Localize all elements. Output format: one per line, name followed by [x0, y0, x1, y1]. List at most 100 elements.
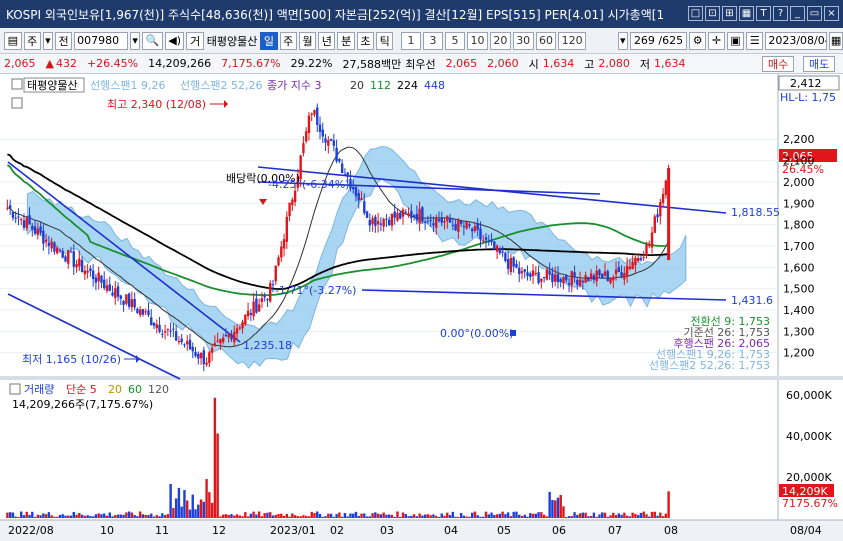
chart-grid-icon[interactable] [11, 97, 23, 109]
interval-10[interactable]: 10 [467, 31, 488, 50]
candle-up [631, 261, 634, 269]
period-second[interactable]: 초 [356, 31, 375, 50]
table-icon[interactable]: ▦ [739, 6, 754, 21]
interval-30[interactable]: 30 [512, 31, 534, 50]
interval-5[interactable]: 5 [445, 31, 466, 50]
volume-bar [100, 514, 103, 518]
volume-bar [244, 512, 247, 518]
candle-down [22, 220, 26, 228]
buy-button[interactable]: 매수 [762, 56, 795, 72]
volume-bar [205, 479, 208, 518]
volume-bar [78, 512, 81, 518]
price-top-badge: 2,412 [790, 77, 822, 90]
candle-up [269, 283, 272, 302]
date-input[interactable] [765, 31, 828, 50]
trend-bottom-label: -1.71°(-3.27%) [275, 284, 356, 297]
speaker-icon[interactable]: ◀) [164, 31, 185, 50]
candle-down [346, 172, 349, 177]
calendar-icon[interactable]: ▦ [829, 31, 843, 50]
candle-down [493, 241, 496, 250]
candle-up [509, 257, 513, 273]
volume-current-pct: 7175.67% [782, 497, 838, 510]
volume-tick-40000: 40,000K [786, 430, 832, 443]
candle-down [512, 257, 515, 267]
candle-down [343, 174, 347, 176]
font-icon[interactable]: T [756, 6, 771, 21]
help-icon[interactable]: ? [773, 6, 788, 21]
type-button[interactable]: 거 [186, 31, 204, 50]
price-tick-label: 1,900 [783, 197, 815, 210]
period-week[interactable]: 주 [279, 31, 297, 50]
candle-up [216, 340, 219, 342]
volume-bar [435, 515, 438, 518]
candle-up [307, 115, 311, 133]
settings-icon[interactable]: ☰ [746, 31, 764, 50]
panel-toggle-icon[interactable]: ▤ [4, 31, 22, 50]
candle-down [620, 272, 623, 277]
interval-1[interactable]: 1 [401, 31, 422, 50]
interval-120[interactable]: 120 [558, 31, 586, 50]
candle-down [42, 230, 45, 244]
volume-bar [418, 513, 421, 518]
volume-bar [327, 513, 330, 518]
volume-bar [39, 515, 42, 518]
tools-icon[interactable]: ⚙ [689, 31, 707, 50]
volume-bar [393, 516, 396, 518]
volume-bar [114, 515, 117, 518]
chart-area[interactable]: 태평양물산 선행스팬1 9,26 선행스팬2 52,26 종가 지수 3 20 … [0, 74, 843, 541]
period-month[interactable]: 월 [298, 31, 317, 50]
candle-down [421, 207, 424, 222]
volume-bar [91, 516, 95, 518]
legend-stock-name[interactable]: 태평양물산 [27, 79, 78, 92]
turnover-percent: 29.22% [290, 57, 333, 70]
interval-20[interactable]: 20 [489, 31, 511, 50]
candle-down [263, 295, 266, 298]
link-icon[interactable]: □ [688, 6, 703, 21]
price-tick-label: 2,200 [783, 133, 815, 146]
search-icon[interactable]: 🔍 [142, 31, 163, 50]
candle-down [506, 259, 510, 269]
candle-down [410, 211, 413, 219]
volume-bar [61, 514, 64, 518]
layout-icon[interactable]: ⊡ [705, 6, 720, 21]
save-icon[interactable]: ▣ [726, 31, 745, 50]
interval-60[interactable]: 60 [535, 31, 557, 50]
maximize-icon[interactable]: ▭ [807, 6, 822, 21]
stock-code-input[interactable] [74, 31, 129, 50]
volume-bar [363, 513, 366, 518]
grid-icon[interactable]: ⊞ [722, 6, 737, 21]
candle-down [437, 219, 441, 221]
time-label-04: 04 [444, 524, 458, 537]
candle-up [628, 266, 632, 269]
volume-bar [316, 511, 319, 518]
volume-bar [119, 514, 123, 518]
minimize-icon[interactable]: _ [790, 6, 805, 21]
candle-down [318, 124, 322, 133]
volume-bar [216, 433, 219, 518]
market-dropdown-icon[interactable]: ▾ [42, 31, 53, 50]
market-select[interactable]: 주 [23, 31, 41, 50]
candle-down [255, 298, 258, 313]
interval-dropdown-icon[interactable]: ▾ [617, 31, 628, 50]
volume-bar [352, 513, 355, 518]
sell-button[interactable]: 매도 [803, 56, 836, 72]
candle-down [523, 269, 526, 272]
close-icon[interactable]: × [824, 6, 839, 21]
candle-up [105, 285, 109, 291]
volume-bar [432, 514, 435, 518]
volume-bar [512, 511, 515, 518]
code-dropdown-icon[interactable]: ▾ [130, 31, 141, 50]
candle-up [205, 362, 208, 365]
volume-bar [570, 516, 573, 518]
period-minute[interactable]: 분 [337, 31, 355, 50]
settings-icon[interactable] [11, 78, 23, 90]
prev-button[interactable]: 전 [54, 31, 73, 50]
period-year[interactable]: 년 [318, 31, 336, 50]
volume-bar [606, 516, 609, 518]
crosshair-icon[interactable]: ✛ [708, 31, 725, 50]
interval-3[interactable]: 3 [423, 31, 444, 50]
volume-bar [509, 516, 513, 518]
chart-svg[interactable]: 태평양물산 선행스팬1 9,26 선행스팬2 52,26 종가 지수 3 20 … [0, 74, 843, 541]
period-tick[interactable]: 틱 [376, 31, 394, 50]
period-day[interactable]: 일 [260, 31, 278, 50]
